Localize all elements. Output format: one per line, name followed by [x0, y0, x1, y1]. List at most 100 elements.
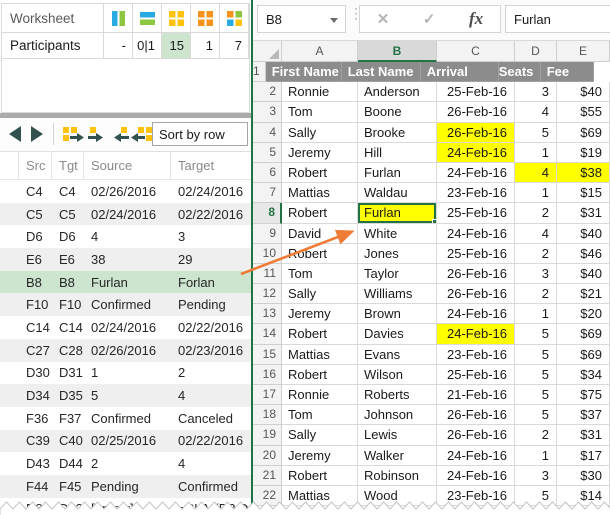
diff-row[interactable]: C39C4002/25/201602/22/2016 — [0, 430, 251, 453]
sheet-cell[interactable]: Evans — [358, 345, 437, 365]
sheet-cell[interactable]: Tom — [282, 264, 358, 284]
sheet-cell[interactable]: $14 — [557, 486, 610, 506]
diff-row[interactable]: C14C1402/24/201602/22/2016 — [0, 316, 251, 339]
column-header-c[interactable]: C — [437, 41, 515, 62]
sheet-cell[interactable]: 3 — [515, 264, 557, 284]
row-header[interactable]: 4 — [253, 123, 282, 143]
sheet-cell[interactable]: 25-Feb-16 — [437, 244, 515, 264]
sheet-cell[interactable]: $69 — [557, 123, 610, 143]
sheet-cell[interactable]: 23-Feb-16 — [437, 486, 515, 506]
sheet-cell[interactable]: 24-Feb-16 — [437, 143, 515, 163]
sheet-cell[interactable]: 2 — [515, 284, 557, 304]
sheet-cell[interactable]: 26-Feb-16 — [437, 425, 515, 445]
summary-value[interactable]: - — [104, 33, 133, 58]
sheet-cell[interactable]: 25-Feb-16 — [437, 203, 515, 223]
sheet-cell[interactable]: Jeremy — [282, 143, 358, 163]
sheet-cell[interactable]: Robert — [282, 324, 358, 344]
yellow-grid-icon[interactable] — [162, 4, 191, 32]
row-header[interactable]: 8 — [253, 203, 282, 223]
sheet-cell[interactable]: 5 — [515, 385, 557, 405]
row-header[interactable]: 13 — [253, 304, 282, 324]
row-header[interactable]: 1 — [253, 62, 266, 82]
copy-one-left-icon[interactable] — [110, 126, 130, 148]
sheet-cell[interactable]: 3 — [515, 82, 557, 102]
sheet-cell[interactable]: $40 — [557, 264, 610, 284]
sheet-cell[interactable]: 26-Feb-16 — [437, 284, 515, 304]
sheet-cell[interactable]: 4 — [515, 224, 557, 244]
sheet-cell[interactable]: $34 — [557, 365, 610, 385]
sheet-cell[interactable]: 1 — [515, 304, 557, 324]
insert-function-icon[interactable]: fx — [469, 9, 483, 29]
sheet-cell[interactable]: Taylor — [358, 264, 437, 284]
sheet-cell[interactable]: 4 — [515, 102, 557, 122]
sheet-cell[interactable]: $69 — [557, 324, 610, 344]
sheet-cell-header[interactable]: First Name — [266, 62, 342, 82]
diff-row[interactable]: B8B8FurlanForlan — [0, 271, 251, 294]
sheet-cell[interactable]: Jeremy — [282, 446, 358, 466]
sheet-cell[interactable]: $17 — [557, 446, 610, 466]
sheet-cell[interactable]: Robert — [282, 365, 358, 385]
sheet-cell-header[interactable]: Last Name — [342, 62, 421, 82]
sheet-cell[interactable]: 25-Feb-16 — [437, 82, 515, 102]
sheet-cell[interactable]: Ronnie — [282, 82, 358, 102]
sheet-cell[interactable]: 26-Feb-16 — [437, 102, 515, 122]
confirm-entry-icon[interactable]: ✓ — [423, 10, 436, 28]
sheet-cell[interactable]: Anderson — [358, 82, 437, 102]
sheet-cell[interactable]: 24-Feb-16 — [437, 224, 515, 244]
row-header[interactable]: 3 — [253, 102, 282, 122]
sheet-cell[interactable]: $20 — [557, 304, 610, 324]
sheet-cell[interactable]: 5 — [515, 365, 557, 385]
cancel-entry-icon[interactable]: ✕ — [377, 10, 390, 28]
column-header-b-selected[interactable]: B — [358, 41, 437, 62]
summary-value-selected[interactable]: 15 — [162, 33, 191, 58]
column-header-d[interactable]: D — [515, 41, 557, 62]
column-header-a[interactable]: A — [282, 41, 358, 62]
sheet-cell[interactable]: Lewis — [358, 425, 437, 445]
summary-value[interactable]: 7 — [220, 33, 249, 58]
sheet-cell[interactable]: Wood — [358, 486, 437, 506]
copy-all-right-icon[interactable] — [62, 126, 84, 148]
row-header[interactable]: 6 — [253, 163, 282, 183]
name-box[interactable]: B8 — [257, 5, 346, 33]
sheet-cell[interactable]: 26-Feb-16 — [437, 123, 515, 143]
sheet-cell[interactable]: Waldau — [358, 183, 437, 203]
sheet-cell[interactable]: Davies — [358, 324, 437, 344]
diff-row[interactable]: F10F10ConfirmedPending — [0, 293, 251, 316]
diff-row[interactable]: C5C502/24/201602/22/2016 — [0, 203, 251, 226]
orange-grid-icon[interactable] — [191, 4, 220, 32]
diff-row[interactable]: C4C402/26/201602/24/2016 — [0, 180, 251, 203]
sheet-cell[interactable]: 24-Feb-16 — [437, 324, 515, 344]
diff-row[interactable]: C27C2802/26/201602/23/2016 — [0, 339, 251, 362]
copy-one-right-icon[interactable] — [87, 126, 107, 148]
sheet-cell[interactable]: Robinson — [358, 466, 437, 486]
sheet-cell[interactable]: $31 — [557, 203, 610, 223]
row-header[interactable]: 15 — [253, 345, 282, 365]
sheet-cell[interactable]: 4 — [515, 163, 557, 183]
sheet-cell[interactable]: 23-Feb-16 — [437, 345, 515, 365]
sheet-cell[interactable]: 1 — [515, 143, 557, 163]
sheet-cell[interactable]: 25-Feb-16 — [437, 365, 515, 385]
diff-row[interactable]: D43D4424 — [0, 452, 251, 475]
sheet-cell[interactable]: 24-Feb-16 — [437, 466, 515, 486]
diff-tgt-column-header[interactable]: Tgt — [52, 152, 84, 179]
row-header[interactable]: 17 — [253, 385, 282, 405]
horizontal-bars-icon[interactable] — [133, 4, 162, 32]
prev-diff-icon[interactable] — [9, 126, 22, 147]
sheet-cell[interactable]: Furlan — [358, 163, 437, 183]
next-diff-icon[interactable] — [30, 126, 43, 147]
sheet-cell[interactable]: Hill — [358, 143, 437, 163]
sheet-cell[interactable]: 26-Feb-16 — [437, 264, 515, 284]
row-header[interactable]: 20 — [253, 446, 282, 466]
diff-source-column-header[interactable]: Source — [84, 152, 171, 179]
sheet-cell[interactable]: David — [282, 224, 358, 244]
diff-row[interactable]: D34D3554 — [0, 384, 251, 407]
sheet-cell[interactable]: $15 — [557, 183, 610, 203]
sheet-cell[interactable]: 1 — [515, 446, 557, 466]
sheet-cell[interactable]: Walker — [358, 446, 437, 466]
column-header-e[interactable]: E — [557, 41, 610, 62]
diff-row[interactable]: D81D82[empty]=SUM(D2:D — [0, 498, 251, 515]
sheet-cell[interactable]: $37 — [557, 405, 610, 425]
sheet-cell[interactable]: Sally — [282, 425, 358, 445]
row-header[interactable]: 19 — [253, 425, 282, 445]
row-header[interactable]: 21 — [253, 466, 282, 486]
